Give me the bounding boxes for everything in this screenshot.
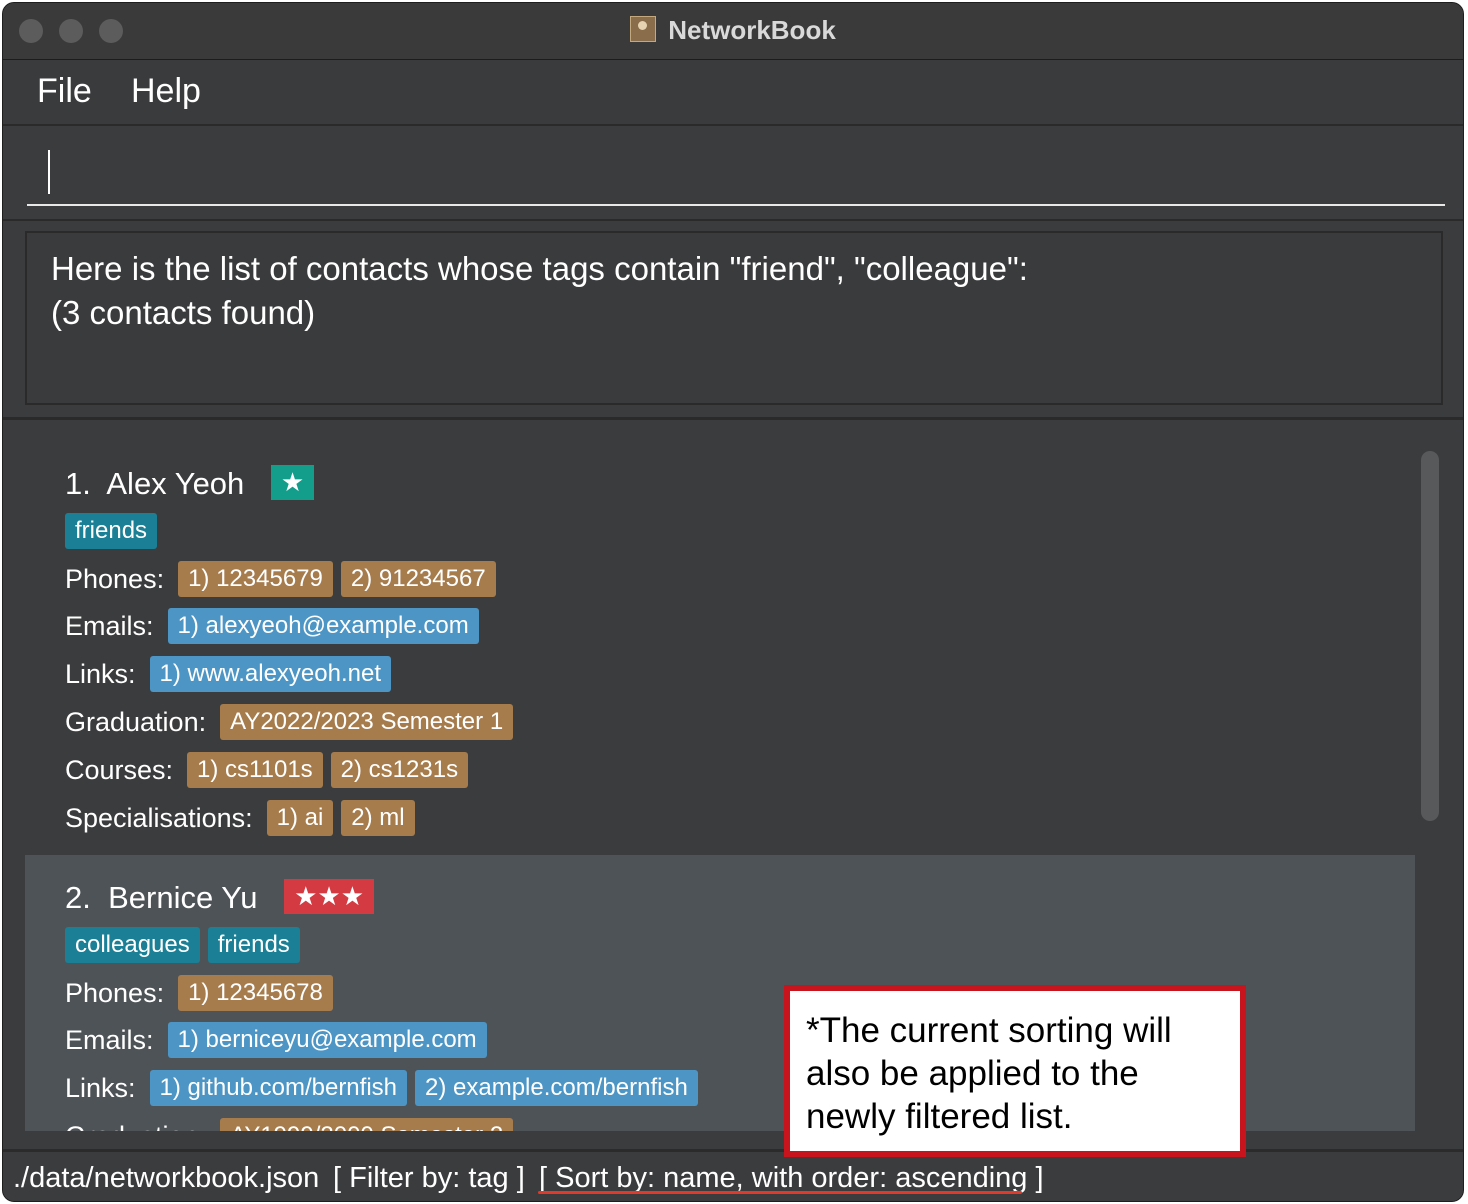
menu-help[interactable]: Help xyxy=(131,72,201,111)
links-row: Links: 1) github.com/bernfish 2) example.c… xyxy=(65,1070,706,1106)
title-bar: NetworkBook xyxy=(3,3,1463,60)
contact-book-icon xyxy=(630,16,657,42)
contact-index: 2. xyxy=(65,880,91,915)
result-display: Here is the list of contacts whose tags … xyxy=(25,231,1443,405)
course-chip: 2) cs1231s xyxy=(330,752,469,788)
sort-highlight-underline xyxy=(538,1191,1022,1194)
specialisations-label: Specialisations: xyxy=(65,802,253,833)
divider xyxy=(3,417,1463,420)
phones-row: Phones: 1) 12345679 2) 91234567 xyxy=(65,561,504,597)
email-chip[interactable]: 1) alexyeoh@example.com xyxy=(167,608,479,644)
graduation-chip: AY1999/2000 Semester 2 xyxy=(220,1118,514,1131)
phone-chip: 1) 12345679 xyxy=(178,561,333,597)
courses-row: Courses: 1) cs1101s 2) cs1231s xyxy=(65,752,476,788)
emails-row: Emails: 1) berniceyu@example.com xyxy=(65,1022,495,1058)
tag-row: colleagues friends xyxy=(65,927,308,963)
phone-chip: 2) 91234567 xyxy=(340,561,496,597)
phones-row: Phones: 1) 12345678 xyxy=(65,975,341,1011)
courses-label: Courses: xyxy=(65,754,174,785)
graduation-row: Graduation: AY1999/2000 Semester 2 xyxy=(65,1118,521,1131)
emails-label: Emails: xyxy=(65,1024,154,1055)
priority-star-icon: ★ xyxy=(270,465,315,500)
graduation-label: Graduation: xyxy=(65,1121,206,1132)
tag-row: friends xyxy=(65,513,165,549)
menu-file[interactable]: File xyxy=(37,72,92,111)
result-line-2: (3 contacts found) xyxy=(51,294,316,331)
link-chip[interactable]: 1) github.com/bernfish xyxy=(149,1070,408,1106)
links-label: Links: xyxy=(65,1072,136,1103)
priority-star-icon: ★★★ xyxy=(284,879,375,914)
contact-card[interactable]: 1. Alex Yeoh ★ friends Phones: 1) 1234567… xyxy=(25,441,1415,855)
scrollbar-thumb[interactable] xyxy=(1421,451,1439,821)
emails-label: Emails: xyxy=(65,610,154,641)
links-row: Links: 1) www.alexyeoh.net xyxy=(65,656,399,692)
specialisations-row: Specialisations: 1) ai 2) ml xyxy=(65,800,423,836)
graduation-label: Graduation: xyxy=(65,706,207,737)
status-bar: ./data/networkbook.json [ Filter by: tag… xyxy=(3,1152,1463,1201)
tag-chip: colleagues xyxy=(65,927,200,963)
annotation-callout: *The current sorting will also be applie… xyxy=(784,985,1246,1157)
specialisation-chip: 1) ai xyxy=(266,800,334,836)
contact-name: Bernice Yu xyxy=(108,880,258,915)
email-chip[interactable]: 1) berniceyu@example.com xyxy=(167,1022,487,1058)
annotation-line-3: newly filtered list. xyxy=(806,1097,1073,1136)
annotation-line-1: *The current sorting will xyxy=(806,1011,1172,1050)
phone-chip: 1) 12345678 xyxy=(178,975,333,1011)
emails-row: Emails: 1) alexyeoh@example.com xyxy=(65,608,487,644)
tag-chip: friends xyxy=(207,927,300,963)
contact-name-row: 2. Bernice Yu ★★★ xyxy=(65,879,375,916)
annotation-line-2: also be applied to the xyxy=(806,1054,1139,1093)
tag-chip: friends xyxy=(65,513,158,549)
divider xyxy=(3,219,1463,221)
course-chip: 1) cs1101s xyxy=(187,752,323,788)
links-label: Links: xyxy=(65,658,136,689)
text-caret xyxy=(48,150,50,194)
phones-label: Phones: xyxy=(65,563,165,594)
graduation-chip: AY2022/2023 Semester 1 xyxy=(220,704,514,740)
menu-bar: File Help xyxy=(3,60,1463,126)
command-box xyxy=(3,126,1463,218)
contact-index: 1. xyxy=(65,466,91,501)
status-file-path: ./data/networkbook.json xyxy=(13,1162,320,1194)
phones-label: Phones: xyxy=(65,977,165,1008)
contact-name-row: 1. Alex Yeoh ★ xyxy=(65,465,315,502)
result-line-1: Here is the list of contacts whose tags … xyxy=(51,250,1028,287)
link-chip[interactable]: 2) example.com/bernfish xyxy=(415,1070,698,1106)
status-filter: [ Filter by: tag ] xyxy=(333,1162,525,1194)
graduation-row: Graduation: AY2022/2023 Semester 1 xyxy=(65,704,521,740)
specialisation-chip: 2) ml xyxy=(341,800,415,836)
link-chip[interactable]: 1) www.alexyeoh.net xyxy=(149,656,391,692)
contact-name: Alex Yeoh xyxy=(106,466,245,501)
command-input[interactable] xyxy=(27,146,1445,206)
window-title: NetworkBook xyxy=(668,15,836,45)
window-title-group: NetworkBook xyxy=(3,15,1463,46)
